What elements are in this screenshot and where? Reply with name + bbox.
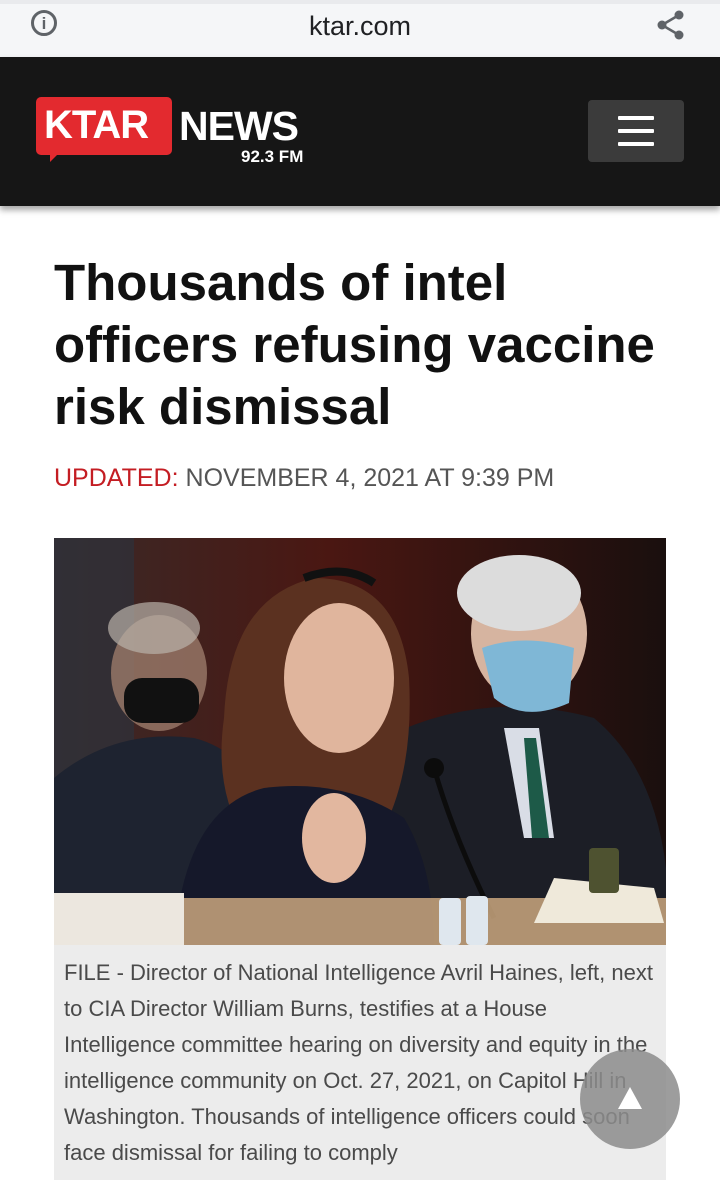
scroll-to-top-button[interactable] bbox=[580, 1049, 680, 1149]
hamburger-line bbox=[618, 129, 654, 133]
article-headline: Thousands of intel officers refusing vac… bbox=[54, 254, 655, 435]
hamburger-menu-button[interactable] bbox=[588, 100, 684, 162]
logo-ktar-text: KTAR bbox=[44, 103, 149, 147]
logo-frequency-text: 92.3 FM bbox=[241, 147, 304, 166]
article-photo[interactable] bbox=[54, 538, 666, 945]
ktar-news-logo[interactable]: KTAR NEWS 92.3 FM bbox=[36, 97, 326, 169]
share-icon[interactable] bbox=[655, 9, 687, 41]
photo-caption: FILE - Director of National Intelligence… bbox=[54, 945, 666, 1180]
arrow-up-icon bbox=[618, 1087, 642, 1109]
updated-label: UPDATED: bbox=[54, 464, 179, 492]
url-text[interactable]: ktar.com bbox=[0, 11, 720, 42]
logo-news-text: NEWS bbox=[179, 103, 299, 149]
hamburger-line bbox=[618, 142, 654, 146]
hamburger-line bbox=[618, 116, 654, 120]
browser-url-bar: i ktar.com bbox=[0, 0, 720, 57]
logo-speech-tail bbox=[50, 152, 70, 162]
photo-illustration bbox=[54, 538, 666, 945]
site-header: KTAR NEWS 92.3 FM bbox=[0, 57, 720, 206]
updated-date: NOVEMBER 4, 2021 AT 9:39 PM bbox=[185, 464, 555, 492]
article-dateline: UPDATED: NOVEMBER 4, 2021 AT 9:39 PM bbox=[54, 464, 554, 493]
